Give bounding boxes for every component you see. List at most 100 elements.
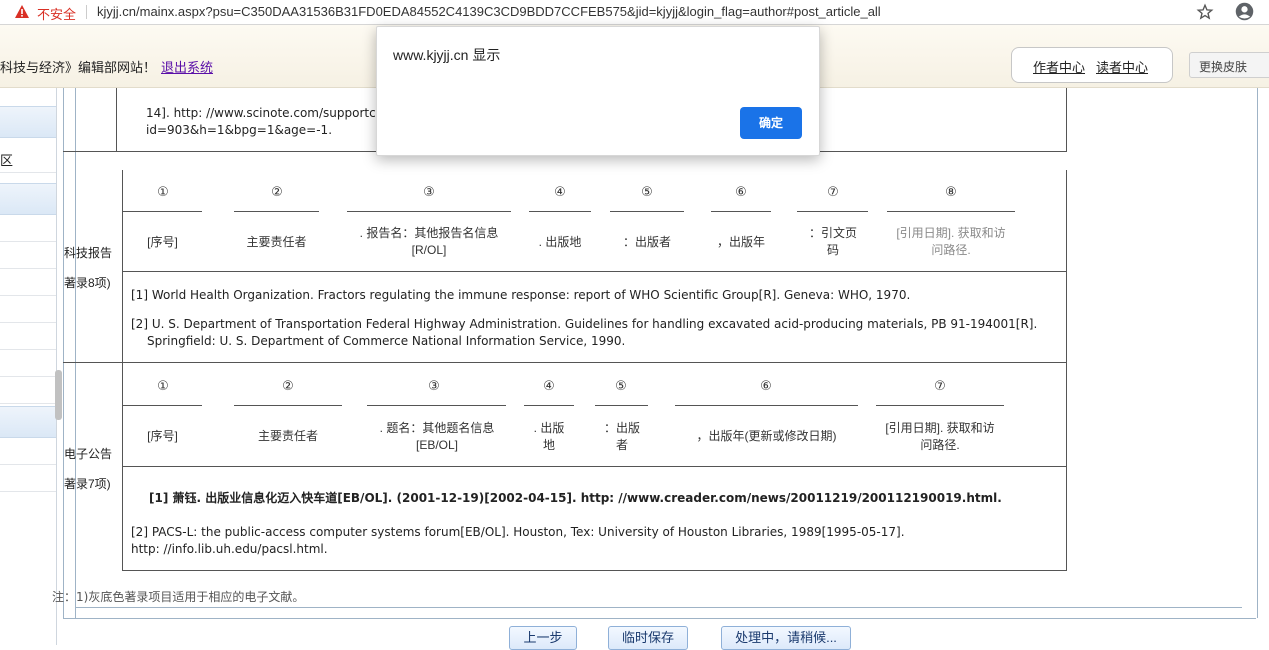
reference-example-line: [1] World Health Organization. Fractors … (131, 288, 911, 302)
processing-button[interactable]: 处理中，请稍候... (721, 626, 851, 650)
field-label: ，出版年 (716, 235, 765, 249)
field-label: ：出版者 (603, 421, 640, 452)
sidebar-item[interactable] (0, 465, 56, 492)
sidebar-item[interactable] (0, 323, 56, 350)
field-number: ⑥ (760, 378, 772, 393)
reference-example-line: Springfield: U. S. Department of Commerc… (147, 334, 626, 348)
reference-example-line: http: //info.lib.uh.edu/pacsl.html. (131, 542, 328, 556)
table-border (63, 362, 1067, 363)
field-number: ② (282, 378, 294, 393)
frame-divider (76, 607, 1242, 608)
frame-inner-border (75, 88, 76, 618)
sidebar-item[interactable] (0, 269, 56, 296)
section-sublabel: 著录8项) (64, 276, 111, 290)
sidebar-item[interactable] (0, 296, 56, 323)
sidebar-item[interactable] (0, 377, 56, 404)
sidebar-item[interactable] (0, 492, 56, 518)
frame-divider (63, 618, 1256, 619)
field-label: . 出版地 (538, 235, 582, 249)
field-label: [引用日期]. 获取和访问路径. (896, 226, 1006, 257)
center-links-box: 作者中心 读者中心 (1011, 47, 1173, 83)
field-underline (367, 405, 506, 406)
field-label: ：引文页码 (808, 226, 857, 257)
table-border (1066, 170, 1067, 362)
sidebar-header (0, 106, 56, 138)
sidebar-header (0, 406, 56, 438)
field-label: . 题名：其他题名信息[EB/OL] (379, 421, 495, 452)
field-number: ⑥ (735, 184, 747, 199)
sidebar-item[interactable] (0, 215, 56, 242)
divider (86, 5, 87, 19)
reference-example-line: id=903&h=1&bpg=1&age=-1. (146, 123, 333, 137)
footnote: 注：1)灰底色著录项目适用于相应的电子文献。 (52, 590, 305, 604)
field-number: ① (157, 378, 169, 393)
field-number: ② (271, 184, 283, 199)
field-underline (711, 211, 771, 212)
field-label: . 出版地 (533, 421, 565, 452)
table-border (122, 570, 1067, 571)
table-border (122, 466, 1067, 467)
field-label: [序号] (147, 235, 178, 249)
dialog-ok-button[interactable]: 确定 (740, 107, 802, 139)
field-underline (876, 405, 1004, 406)
field-underline (610, 211, 684, 212)
security-label[interactable]: 不安全 (37, 4, 76, 23)
reference-example-line: [2] PACS-L: the public-access computer s… (131, 525, 905, 539)
prev-step-button[interactable]: 上一步 (509, 626, 577, 650)
reader-center-link[interactable]: 读者中心 (1096, 57, 1148, 76)
sidebar-item-label: 区 (0, 153, 14, 168)
table-border (1066, 88, 1067, 152)
field-number: ③ (428, 378, 440, 393)
field-underline (123, 405, 202, 406)
skin-select-label: 更换皮肤 (1199, 60, 1248, 74)
table-border (1066, 363, 1067, 571)
warning-icon (15, 5, 29, 18)
field-underline (797, 211, 868, 212)
sidebar-scrollbar[interactable] (55, 370, 62, 420)
table-border (122, 170, 123, 362)
field-underline (529, 211, 591, 212)
sidebar-item[interactable]: 区 (0, 140, 56, 173)
profile-avatar-icon[interactable] (1234, 1, 1255, 22)
reference-example-line: [1] 萧钰. 出版业信息化迈入快车道[EB/OL]. (2001-12-19)… (149, 491, 1002, 505)
field-number: ③ (423, 184, 435, 199)
field-underline (524, 405, 574, 406)
section-label: 科技报告 (64, 246, 113, 260)
reference-example-line: 14]. http: //www.scinote.com/supportc (146, 106, 376, 120)
field-number: ④ (554, 184, 566, 199)
field-label: . 报告名：其他报告名信息[R/OL] (359, 226, 499, 257)
sidebar-item[interactable] (0, 350, 56, 377)
field-label: ，出版年(更新或修改日期) (696, 429, 837, 443)
field-number: ⑤ (641, 184, 653, 199)
field-number: ④ (543, 378, 555, 393)
field-underline (347, 211, 511, 212)
field-number: ⑦ (934, 378, 946, 393)
section-label: 电子公告 (64, 447, 113, 461)
field-underline (234, 405, 342, 406)
sidebar-item[interactable] (0, 242, 56, 269)
sidebar-header (0, 183, 56, 215)
left-sidebar: 区 (0, 88, 57, 645)
field-label: 主要责任者 (257, 429, 318, 443)
sidebar-item[interactable] (0, 438, 56, 465)
table-border (116, 88, 117, 152)
field-number: ⑧ (945, 184, 957, 199)
field-number: ① (157, 184, 169, 199)
table-border (122, 363, 123, 571)
alert-dialog: www.kjyjj.cn 显示 确定 (376, 26, 820, 156)
skin-select[interactable]: 更换皮肤 (1189, 52, 1269, 78)
dialog-title: www.kjyjj.cn 显示 (393, 47, 501, 63)
field-underline (595, 405, 648, 406)
url-field[interactable]: kjyjj.cn/mainx.aspx?psu=C350DAA31536B31F… (97, 4, 881, 19)
logout-link[interactable]: 退出系统 (161, 57, 213, 76)
field-label: ：出版者 (622, 235, 671, 249)
field-underline (675, 405, 858, 406)
field-underline (234, 211, 319, 212)
author-center-link[interactable]: 作者中心 (1033, 57, 1085, 76)
temp-save-button[interactable]: 临时保存 (608, 626, 688, 650)
bookmark-star-icon[interactable] (1196, 3, 1214, 21)
field-label: [序号] (147, 429, 178, 443)
field-underline (887, 211, 1015, 212)
field-label: [引用日期]. 获取和访问路径. (885, 421, 995, 452)
field-underline (123, 211, 202, 212)
